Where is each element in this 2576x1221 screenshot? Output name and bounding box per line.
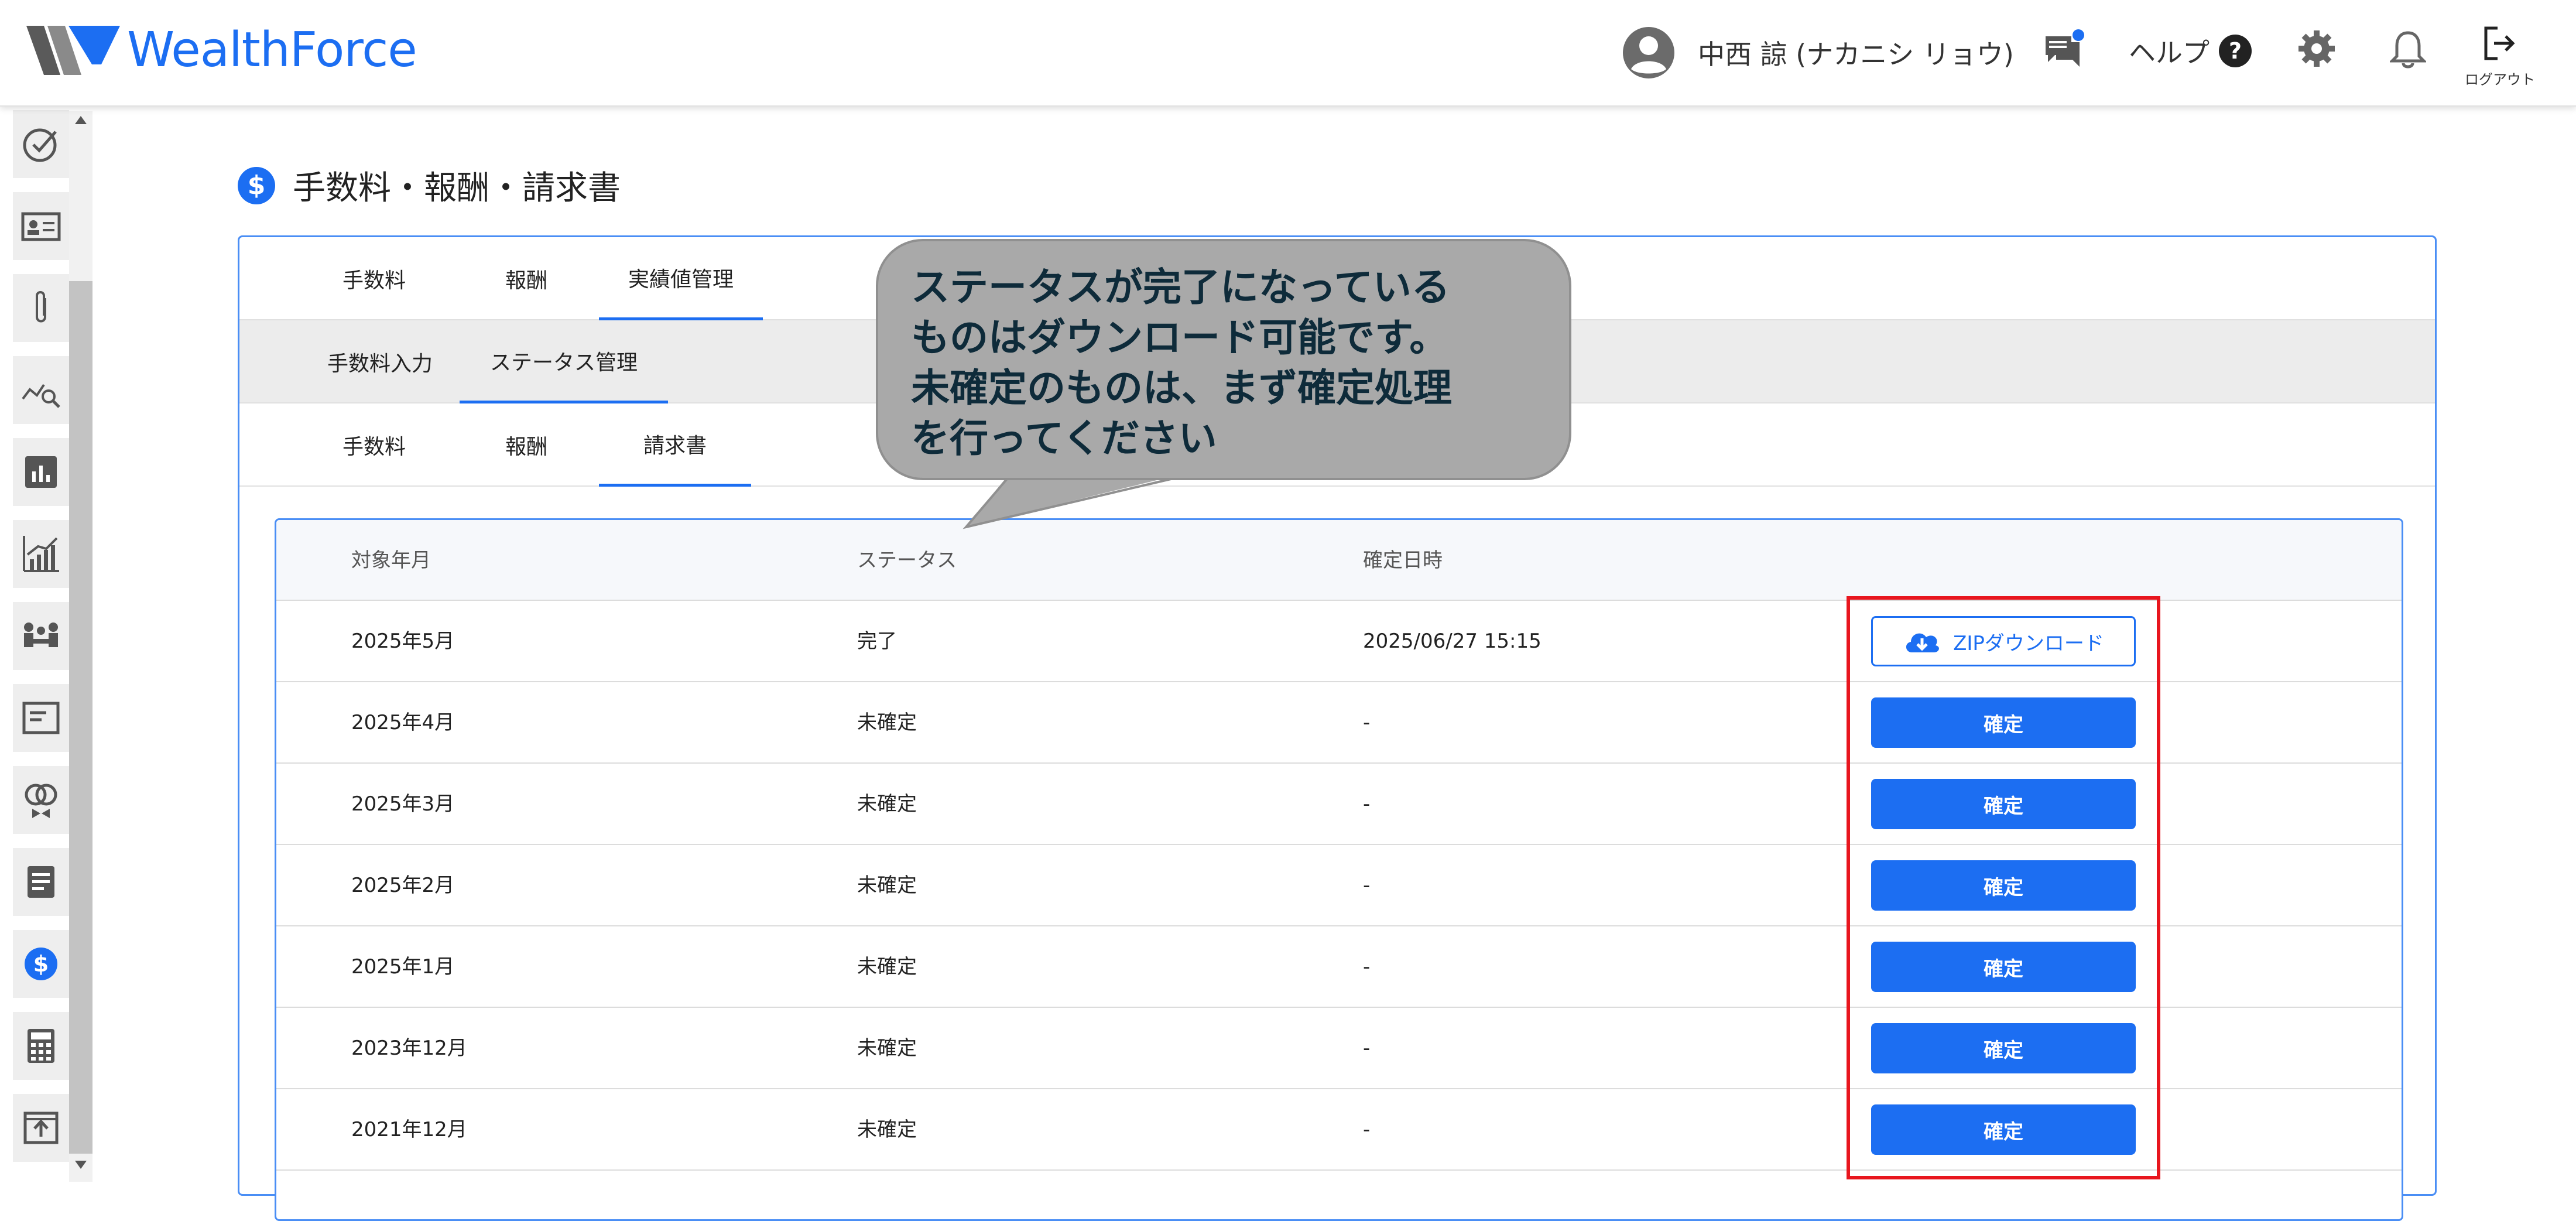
- sidebar-scroll-thumb[interactable]: [69, 281, 93, 1154]
- instruction-callout: ステータスが完了になっている ものはダウンロード可能です。 未確定のものは、まず…: [876, 239, 1571, 480]
- cell-month: 2025年3月: [351, 792, 455, 816]
- dollar-icon: $: [238, 166, 275, 204]
- sidebar-item-customers[interactable]: [13, 192, 69, 260]
- logout-label: ログアウト: [2465, 71, 2535, 88]
- tab-fees-sub[interactable]: 手数料: [316, 403, 433, 487]
- app-header: WealthForce 中西 諒 (ナカニシ リョウ) ヘルプ ? ログアウト: [0, 0, 2576, 107]
- tab-fees[interactable]: 手数料: [316, 237, 433, 320]
- tab-actuals-management[interactable]: 実績値管理: [599, 237, 763, 320]
- notifications-button[interactable]: [2388, 29, 2428, 73]
- sidebar-item-tasks[interactable]: [13, 110, 69, 178]
- tab-fee-input[interactable]: 手数料入力: [298, 320, 462, 403]
- cell-month: 2025年5月: [351, 630, 455, 653]
- sidebar-item-attachments[interactable]: [13, 274, 69, 342]
- cell-month: 2023年12月: [351, 1037, 467, 1060]
- tab-status-management[interactable]: ステータス管理: [460, 320, 668, 403]
- cell-status: 未確定: [857, 1037, 917, 1060]
- meeting-icon: [24, 623, 58, 647]
- sidebar-item-analysis[interactable]: [13, 356, 69, 424]
- brand-logo[interactable]: WealthForce: [26, 23, 417, 77]
- help-label: ヘルプ: [2129, 37, 2210, 69]
- sidebar-item-fees[interactable]: $: [13, 930, 69, 998]
- action-column-highlight: [1847, 596, 2160, 1179]
- svg-text:?: ?: [2229, 38, 2242, 64]
- sidebar-item-calculator[interactable]: [13, 1012, 69, 1080]
- chat-icon: [2046, 29, 2084, 67]
- dollar-icon: $: [25, 948, 57, 980]
- sidebar-item-documents[interactable]: [13, 848, 69, 916]
- cell-status: 完了: [857, 630, 897, 653]
- upload-icon: [23, 1111, 59, 1144]
- callout-line: を行ってください: [911, 416, 1217, 461]
- callout-line: ものはダウンロード可能です。: [911, 315, 1448, 360]
- tab-rewards[interactable]: 報酬: [468, 237, 585, 320]
- callout-tail: [962, 477, 1171, 529]
- cell-month: 2025年4月: [351, 711, 455, 734]
- tab-rewards-sub[interactable]: 報酬: [468, 403, 585, 487]
- scroll-down-arrow-icon[interactable]: [75, 1161, 87, 1169]
- logout-button[interactable]: ログアウト: [2465, 25, 2535, 88]
- cell-status: 未確定: [857, 1118, 917, 1141]
- cell-confirmed-at: 2025/06/27 15:15: [1363, 630, 1542, 653]
- page-title-row: $ 手数料・報酬・請求書: [238, 162, 621, 209]
- cell-confirmed-at: -: [1363, 874, 1371, 897]
- tab-invoices[interactable]: 請求書: [599, 403, 751, 487]
- logout-icon: [2484, 26, 2515, 60]
- help-button[interactable]: ヘルプ ?: [2129, 32, 2253, 70]
- callout-line: ステータスが完了になっている: [911, 265, 1450, 310]
- paperclip-icon: [36, 291, 46, 323]
- column-header-month: 対象年月: [351, 549, 431, 572]
- browser-window-icon: [22, 702, 60, 734]
- document-icon: [28, 866, 54, 898]
- gear-icon: [2298, 30, 2335, 67]
- chart-search-icon: [22, 384, 60, 408]
- cell-confirmed-at: -: [1363, 1037, 1371, 1060]
- sidebar-item-upload[interactable]: [13, 1094, 69, 1162]
- cell-month: 2021年12月: [351, 1118, 467, 1141]
- sidebar-item-performance[interactable]: [13, 520, 69, 588]
- svg-text:$: $: [33, 951, 49, 977]
- cell-status: 未確定: [857, 955, 917, 979]
- bar-chart-icon: [25, 456, 57, 488]
- user-name: 中西 諒 (ナカニシ リョウ): [1698, 39, 2014, 70]
- cell-status: 未確定: [857, 874, 917, 897]
- calculator-icon: [28, 1029, 54, 1063]
- cell-confirmed-at: -: [1363, 711, 1371, 734]
- column-header-status: ステータス: [857, 549, 957, 572]
- sidebar-item-window[interactable]: [13, 684, 69, 752]
- avatar-icon: [1623, 27, 1674, 78]
- brand-name: WealthForce: [127, 22, 417, 78]
- cell-confirmed-at: -: [1363, 792, 1371, 816]
- rings-icon: [25, 784, 57, 818]
- sidebar-item-contracts[interactable]: [13, 766, 69, 834]
- growth-chart-icon: [23, 536, 59, 572]
- column-header-confirmed-at: 確定日時: [1363, 549, 1443, 572]
- scroll-up-arrow-icon[interactable]: [75, 116, 87, 124]
- logo-mark-icon: [26, 26, 120, 75]
- table-header: 対象年月 ステータス 確定日時: [276, 520, 2402, 601]
- cell-status: 未確定: [857, 711, 917, 734]
- cell-month: 2025年2月: [351, 874, 455, 897]
- cell-confirmed-at: -: [1363, 1118, 1371, 1141]
- callout-line: 未確定のものは、まず確定処理: [911, 365, 1452, 411]
- messages-button[interactable]: [2043, 29, 2084, 73]
- cell-confirmed-at: -: [1363, 955, 1371, 979]
- page-title: 手数料・報酬・請求書: [293, 169, 621, 207]
- sidebar-item-meetings[interactable]: [13, 602, 69, 670]
- question-icon: ?: [2219, 35, 2252, 67]
- id-card-icon: [21, 212, 61, 241]
- cell-status: 未確定: [857, 792, 917, 816]
- sidebar-item-reports[interactable]: [13, 438, 69, 506]
- check-circle-icon: [23, 128, 57, 162]
- user-menu[interactable]: 中西 諒 (ナカニシ リョウ): [1622, 26, 2014, 80]
- bell-icon: [2388, 31, 2428, 69]
- settings-button[interactable]: [2297, 29, 2336, 70]
- cell-month: 2025年1月: [351, 955, 455, 979]
